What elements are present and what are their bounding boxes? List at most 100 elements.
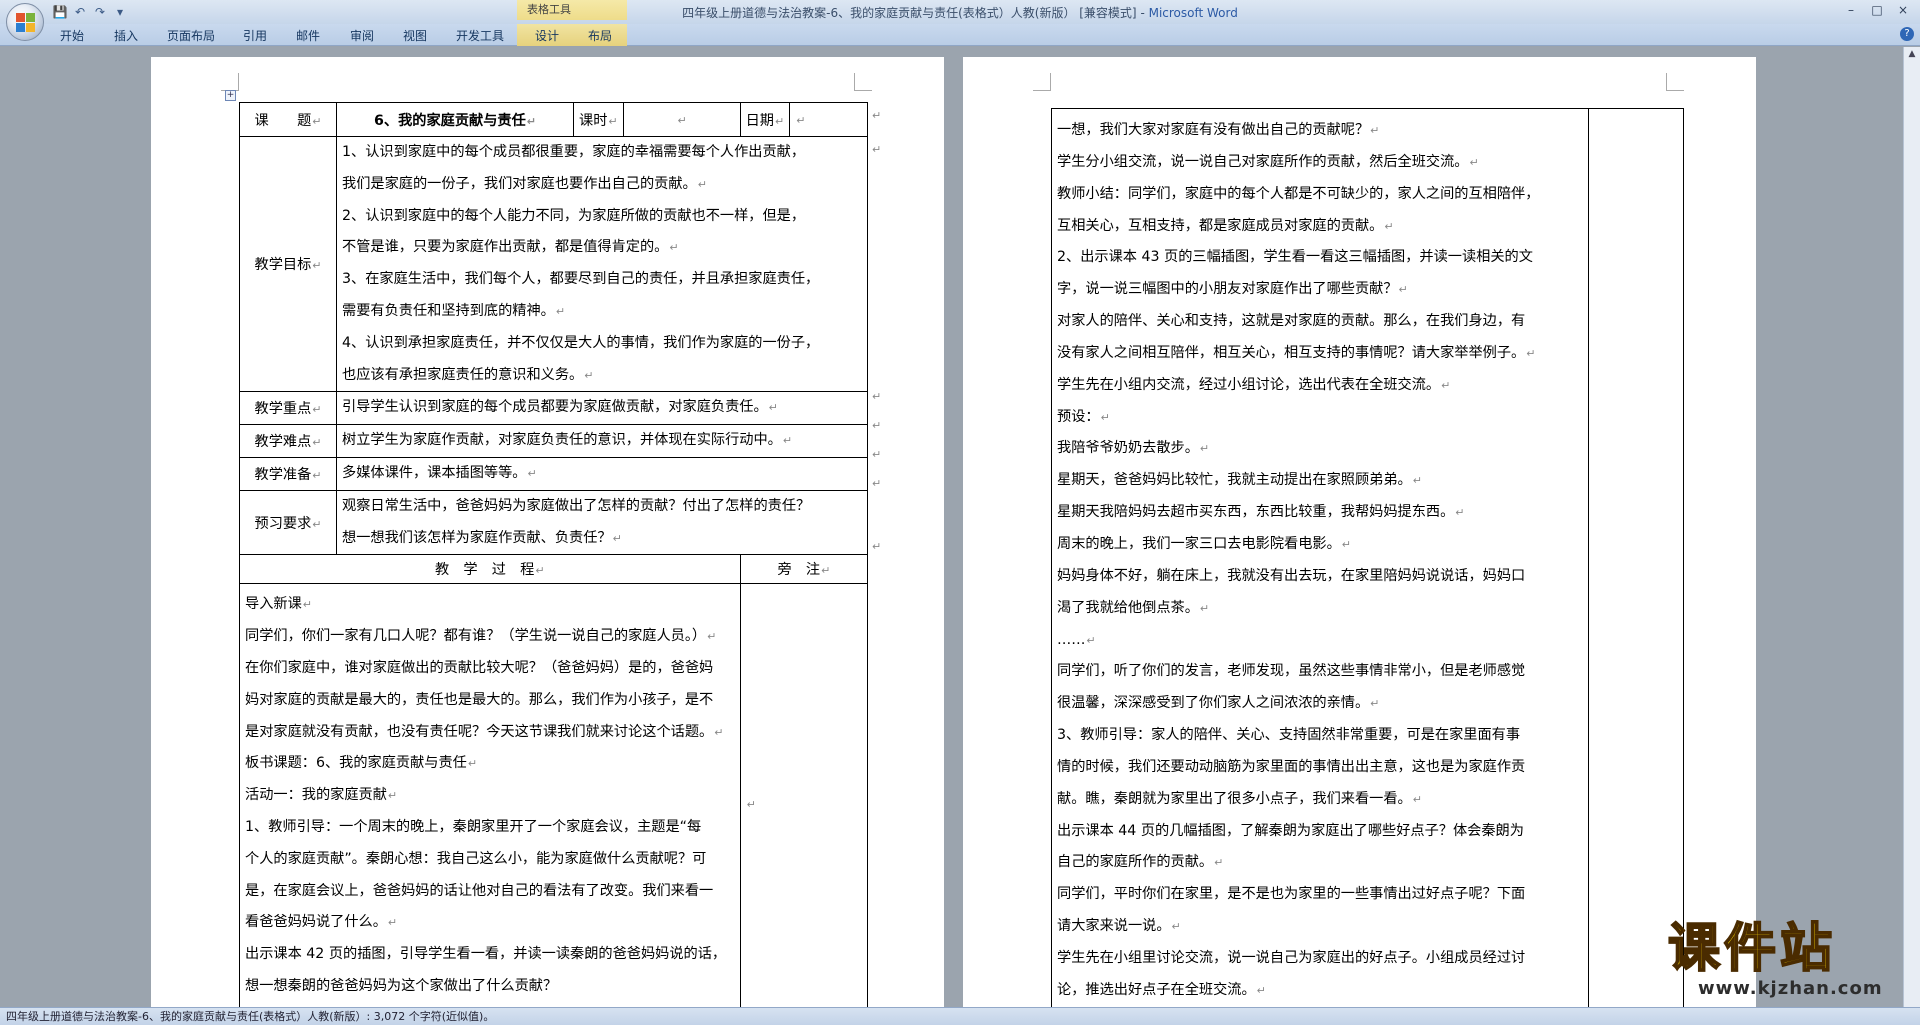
window-controls: – □ ×	[1838, 1, 1916, 19]
difficult-label: 教学难点	[254, 434, 312, 451]
maximize-button[interactable]: □	[1864, 1, 1890, 19]
objectives-label-cell[interactable]: 教学目标↵	[239, 135, 337, 393]
process-line: 没有家人之间相互陪伴，相互关心，相互支持的事情呢？请大家举举例子。↵	[1057, 344, 1536, 361]
tab-design[interactable]: 设计	[535, 27, 559, 44]
process-line: 请大家来说一说。↵	[1057, 918, 1181, 935]
process-line: 渴了我就给他倒点茶。↵	[1057, 599, 1210, 616]
process-line: 是，在家庭会议上，爸爸妈妈的话让他对自己的看法有了改变。我们来看一	[245, 882, 714, 899]
objectives-cell[interactable]: 1、认识到家庭中的每个成员都很重要，家庭的幸福需要每个人作出贡献， 我们是家庭的…	[335, 135, 869, 393]
notes-header: 旁 注	[777, 562, 821, 579]
tab-page-layout[interactable]: 页面布局	[167, 27, 215, 44]
objective-line: 需要有负责任和坚持到底的精神。↵	[342, 302, 566, 319]
date-label-cell[interactable]: 日期↵	[739, 102, 791, 137]
process-line: 一想，我们大家对家庭有没有做出自己的贡献呢？↵	[1057, 122, 1380, 138]
process-line: 献。瞧，秦朗就为家里出了很多小点子，我们来看一看。↵	[1057, 790, 1422, 807]
process-line: 字，说一说三幅图中的小朋友对家庭作出了哪些贡献？↵	[1057, 281, 1408, 298]
process-line: 情的时候，我们还要动动脑筋为家里面的事情出出主意，这也是为家庭作贡	[1057, 758, 1526, 775]
process-line: 预设：↵	[1057, 408, 1110, 425]
objective-line: 1、认识到家庭中的每个成员都很重要，家庭的幸福需要每个人作出贡献，	[342, 144, 806, 160]
key-label: 教学重点	[254, 401, 312, 418]
watermark-url: www.kjzhan.com	[1698, 978, 1883, 999]
process-line: 同学们，你们一家有几口人呢？都有谁？（学生说一说自己的家庭人员。）↵	[245, 628, 717, 645]
process-line: 妈对家庭的贡献是最大的，责任也是最大的。那么，我们作为小孩子，是不	[245, 691, 714, 708]
minimize-button[interactable]: –	[1838, 1, 1864, 19]
table-move-handle-icon[interactable]: +	[225, 90, 236, 101]
window-title: 四年级上册道德与法治教案-6、我的家庭贡献与责任(表格式）人教(新版） [兼容模…	[682, 6, 1238, 20]
preview-label-cell[interactable]: 预习要求↵	[239, 489, 337, 556]
margin-corner	[854, 73, 872, 91]
prep-text-cell[interactable]: 多媒体课件，课本插图等等。↵	[335, 456, 869, 491]
topic-label: 课 题	[254, 112, 312, 129]
process-line: 出示课本 44 页的几幅插图，了解秦朗为家庭出了哪些好点子？体会秦朗为	[1057, 822, 1524, 839]
row-objectives: 教学目标↵ 1、认识到家庭中的每个成员都很重要，家庭的幸福需要每个人作出贡献， …	[239, 135, 869, 393]
process-line: 2、出示课本 43 页的三幅插图，学生看一看这三幅插图，并读一读相关的文	[1057, 249, 1533, 266]
help-icon[interactable]: ?	[1900, 27, 1914, 41]
tab-review[interactable]: 审阅	[350, 27, 374, 44]
end-of-row-mark: ↵	[872, 109, 882, 122]
difficult-text: 树立学生为家庭作贡献，对家庭负责任的意识，并体现在实际行动中。	[342, 432, 782, 449]
objective-line: 4、认识到承担家庭责任，并不仅仅是大人的事情，我们作为家庭的一份子，	[342, 334, 820, 351]
process-line: 活动一：我的家庭贡献↵	[245, 787, 398, 804]
prep-label: 教学准备	[254, 466, 312, 483]
process-header-cell[interactable]: 教 学 过 程↵	[239, 554, 741, 585]
notes-body-cell[interactable]: ↵	[739, 583, 869, 1007]
objective-line: 不管是谁，只要为家庭作出贡献，都是值得肯定的。↵	[342, 239, 679, 256]
process-line: 1、教师引导：一个周末的晚上，秦朗家里开了一个家庭会议，主题是“每	[245, 818, 702, 835]
tab-mailings[interactable]: 邮件	[296, 27, 320, 44]
process-line: 个人的家庭贡献”。秦朗心想：我自己这么小，能为家庭做什么贡献呢？可	[245, 850, 707, 867]
hours-value-cell[interactable]: ↵	[622, 102, 741, 137]
tab-insert[interactable]: 插入	[114, 27, 138, 44]
preview-line: 观察日常生活中，爸爸妈妈为家庭做出了怎样的贡献？付出了怎样的责任？	[342, 497, 811, 514]
key-text-cell[interactable]: 引导学生认识到家庭的每个成员都要为家庭做贡献，对家庭负责任。↵	[335, 391, 869, 426]
tab-view[interactable]: 视图	[403, 27, 427, 44]
lesson-title: 6、我的家庭贡献与责任	[374, 112, 526, 129]
prep-label-cell[interactable]: 教学准备↵	[239, 456, 337, 491]
objective-line: 也应该有承担家庭责任的意识和义务。↵	[342, 366, 594, 383]
tab-layout[interactable]: 布局	[588, 27, 612, 44]
row-difficult-points: 教学难点↵ 树立学生为家庭作贡献，对家庭负责任的意识，并体现在实际行动中。↵	[239, 424, 869, 458]
objectives-label: 教学目标	[254, 257, 312, 274]
notes-header-cell[interactable]: 旁 注↵	[739, 554, 869, 585]
tab-references[interactable]: 引用	[243, 27, 267, 44]
process-line: 论，推选出好点子在全班交流。↵	[1057, 981, 1266, 998]
margin-corner	[1033, 73, 1051, 91]
date-value-cell[interactable]: ↵	[789, 102, 869, 137]
ribbon-tabs: 开始 插入 页面布局 引用 邮件 审阅 视图 开发工具 设计 布局 ?	[0, 24, 1920, 46]
process-line: 我陪爷爷奶奶去散步。↵	[1057, 440, 1210, 457]
watermark-main-text: 课件站	[1667, 919, 1837, 979]
end-of-row-mark: ↵	[872, 419, 882, 432]
topic-label-cell[interactable]: 课 题↵	[239, 102, 337, 137]
key-text: 引导学生认识到家庭的每个成员都要为家庭做贡献，对家庭负责任。	[342, 399, 768, 416]
preview-label: 预习要求	[254, 515, 312, 532]
tab-developer[interactable]: 开发工具	[456, 27, 504, 44]
end-of-row-mark: ↵	[872, 540, 882, 553]
margin-corner	[221, 73, 239, 91]
preview-text-cell[interactable]: 观察日常生活中，爸爸妈妈为家庭做出了怎样的贡献？付出了怎样的责任？ 想一想我们该…	[335, 489, 869, 556]
title-bar: 💾 ↶ ↷ ▾ 表格工具 四年级上册道德与法治教案-6、我的家庭贡献与责任(表格…	[0, 0, 1920, 41]
process-line: 同学们，听了你们的发言，老师发现，虽然这些事情非常小，但是老师感觉	[1057, 663, 1526, 680]
key-label-cell[interactable]: 教学重点↵	[239, 391, 337, 426]
scroll-up-icon[interactable]: ▲	[1904, 49, 1920, 61]
objective-line: 3、在家庭生活中，我们每个人，都要尽到自己的责任，并且承担家庭责任，	[342, 271, 820, 288]
topic-title-cell[interactable]: 6、我的家庭贡献与责任↵	[336, 102, 574, 137]
vertical-ruler-scroll[interactable]: ▲	[1903, 47, 1920, 1007]
office-button[interactable]	[6, 3, 44, 41]
close-button[interactable]: ×	[1890, 1, 1916, 19]
hours-label-cell[interactable]: 课时↵	[573, 102, 624, 137]
objective-line: 我们是家庭的一份子，我们对家庭也要作出自己的贡献。↵	[342, 175, 707, 192]
process-line: 自己的家庭所作的贡献。↵	[1057, 854, 1224, 871]
process-body-cell-continued[interactable]: 一想，我们大家对家庭有没有做出自己的贡献呢？↵ 学生分小组交流，说一说自己对家庭…	[1052, 109, 1589, 1007]
process-line: 互相关心，互相支持，都是家庭成员对家庭的贡献。↵	[1057, 217, 1394, 234]
difficult-text-cell[interactable]: 树立学生为家庭作贡献，对家庭负责任的意识，并体现在实际行动中。↵	[335, 424, 869, 458]
tab-home[interactable]: 开始	[60, 27, 84, 44]
process-line: 很温馨，深深感受到了你们家人之间浓浓的亲情。↵	[1057, 695, 1380, 712]
prep-text: 多媒体课件，课本插图等等。	[342, 464, 527, 481]
row-preparation: 教学准备↵ 多媒体课件，课本插图等等。↵	[239, 456, 869, 491]
process-body-cell[interactable]: 导入新课↵ 同学们，你们一家有几口人呢？都有谁？（学生说一说自己的家庭人员。）↵…	[239, 583, 741, 1007]
row-key-points: 教学重点↵ 引导学生认识到家庭的每个成员都要为家庭做贡献，对家庭负责任。↵	[239, 391, 869, 426]
row-process-header: 教 学 过 程↵ 旁 注↵	[239, 554, 869, 585]
process-line: 妈妈身体不好，躺在床上，我就没有出去玩，在家里陪妈妈说说话，妈妈口	[1057, 567, 1526, 584]
process-line: 学生先在小组里讨论交流，说一说自己为家庭出的好点子。小组成员经过讨	[1057, 949, 1526, 966]
difficult-label-cell[interactable]: 教学难点↵	[239, 424, 337, 458]
office-logo-icon	[16, 13, 36, 33]
